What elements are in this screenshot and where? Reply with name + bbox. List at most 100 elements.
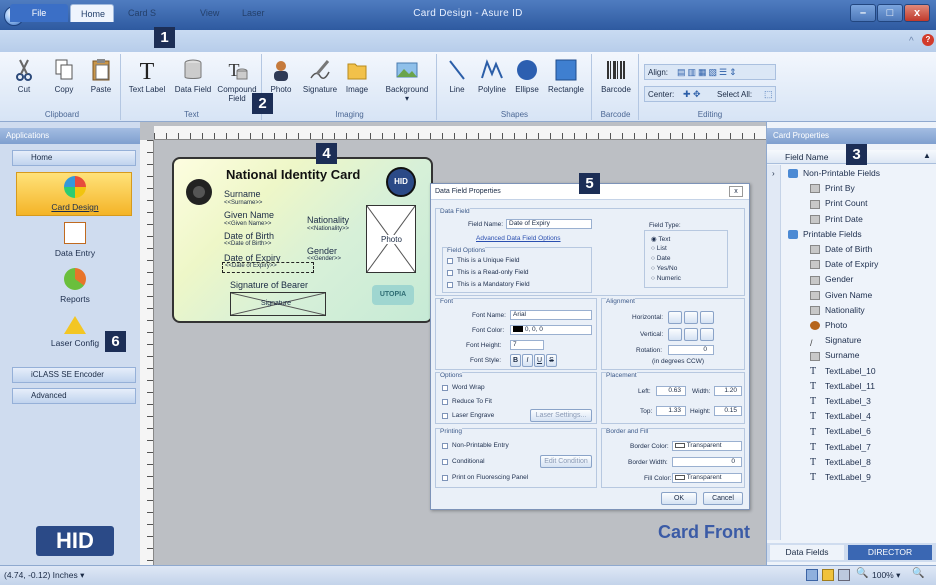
close-button[interactable]: x <box>904 4 930 22</box>
edit-condition-button[interactable]: Edit Condition <box>540 455 592 468</box>
tree-item-p-4[interactable]: Nationality <box>810 303 865 318</box>
valign-top-button[interactable] <box>668 328 682 341</box>
align-right-button[interactable] <box>700 311 714 324</box>
image-button[interactable]: Image <box>341 58 373 94</box>
tree-item-p-14[interactable]: T TextLabel_8 <box>810 455 871 470</box>
line-button[interactable]: Line <box>442 58 472 94</box>
laser-engrave-checkbox[interactable] <box>442 413 448 419</box>
tree-item-p-10[interactable]: T TextLabel_3 <box>810 394 871 409</box>
cut-button[interactable]: Cut <box>10 58 38 94</box>
align-icons[interactable]: ▤▥▦▧☰⇕ <box>677 67 739 78</box>
rectangle-button[interactable]: Rectangle <box>544 58 588 94</box>
card-photo-box[interactable]: Photo <box>366 205 416 273</box>
nav-home[interactable]: Home <box>12 150 136 166</box>
signature-button[interactable]: Signature <box>299 58 341 94</box>
valign-bottom-button[interactable] <box>700 328 714 341</box>
help-icon[interactable]: ? <box>922 34 934 46</box>
top-input[interactable]: 1.33 <box>656 406 686 416</box>
tree-item-np-1[interactable]: Print Count <box>810 196 868 211</box>
ok-button[interactable]: OK <box>661 492 697 505</box>
bold-button[interactable]: B <box>510 354 521 367</box>
readonly-field-checkbox[interactable] <box>447 270 453 276</box>
border-color-select[interactable]: Transparent <box>672 441 742 451</box>
tree-item-np-2[interactable]: Print Date <box>810 212 863 227</box>
card-signature-box[interactable]: Signature <box>230 292 326 316</box>
tab-home[interactable]: Home <box>70 4 114 22</box>
type-date-radio[interactable]: ○ Date <box>651 255 670 262</box>
tree-group-printable[interactable]: Printable Fields <box>788 227 862 242</box>
ellipse-button[interactable]: Ellipse <box>512 58 542 94</box>
tree-item-p-9[interactable]: T TextLabel_11 <box>810 379 875 394</box>
tab-view[interactable]: View <box>190 4 229 22</box>
paste-button[interactable]: Paste <box>86 58 116 94</box>
tab-file[interactable]: File <box>10 4 68 22</box>
tree-item-p-2[interactable]: Gender <box>810 272 853 287</box>
width-input[interactable]: 1.20 <box>714 386 742 396</box>
dialog-close-button[interactable]: x <box>729 186 743 197</box>
zoom-in-icon[interactable]: 🔍 <box>912 568 924 579</box>
strikethrough-button[interactable]: S <box>546 354 557 367</box>
tab-laser[interactable]: Laser <box>232 4 275 22</box>
unique-field-checkbox[interactable] <box>447 258 453 264</box>
tree-item-p-15[interactable]: T TextLabel_9 <box>810 470 871 485</box>
advanced-options-link[interactable]: Advanced Data Field Options <box>476 235 561 242</box>
left-input[interactable]: 0.63 <box>656 386 686 396</box>
copy-button[interactable]: Copy <box>50 58 78 94</box>
word-wrap-checkbox[interactable] <box>442 385 448 391</box>
field-name-input[interactable]: Date of Expiry <box>506 219 592 229</box>
conditional-checkbox[interactable] <box>442 459 448 465</box>
polyline-button[interactable]: Polyline <box>474 58 510 94</box>
view-mode-icon[interactable] <box>806 569 818 581</box>
valign-middle-button[interactable] <box>684 328 698 341</box>
photo-button[interactable]: Photo <box>265 58 297 94</box>
tree-item-p-5[interactable]: Photo <box>810 318 847 333</box>
tree-item-p-6[interactable]: / Signature <box>810 333 861 348</box>
type-list-radio[interactable]: ○ List <box>651 245 667 252</box>
nav-reports[interactable]: Reports <box>18 268 132 304</box>
align-left-button[interactable] <box>668 311 682 324</box>
underline-button[interactable]: U <box>534 354 545 367</box>
font-name-select[interactable]: Arial <box>510 310 592 320</box>
tab-data-fields[interactable]: Data Fields <box>770 545 844 560</box>
nav-iclass-encoder[interactable]: iCLASS SE Encoder <box>12 367 136 383</box>
select-all-icon[interactable]: ⬚ <box>764 89 773 100</box>
print-preview-icon[interactable] <box>822 569 834 581</box>
tree-item-p-7[interactable]: Surname <box>810 348 860 363</box>
minimize-ribbon-icon[interactable]: ^ <box>909 36 914 47</box>
background-dropdown-icon[interactable]: ▾ <box>405 94 409 103</box>
data-field-button[interactable]: Data Field <box>170 58 216 94</box>
minimize-button[interactable]: – <box>850 4 876 22</box>
zoom-out-icon[interactable]: 🔍 <box>856 568 868 579</box>
tree-item-p-13[interactable]: T TextLabel_7 <box>810 440 871 455</box>
nav-card-design[interactable]: Card Design <box>18 176 132 212</box>
fluorescing-panel-checkbox[interactable] <box>442 475 448 481</box>
height-input[interactable]: 0.15 <box>714 406 742 416</box>
type-numeric-radio[interactable]: ○ Numeric <box>651 275 681 282</box>
rotation-input[interactable]: 0 <box>668 345 714 355</box>
tree-item-p-12[interactable]: T TextLabel_6 <box>810 424 871 439</box>
barcode-button[interactable]: Barcode <box>596 58 636 94</box>
grid-icon[interactable] <box>838 569 850 581</box>
tree-item-p-8[interactable]: T TextLabel_10 <box>810 364 876 379</box>
card-expiry-field-selected[interactable]: <<Date of Expiry>> <box>222 262 314 273</box>
type-text-radio[interactable]: ◉ Text <box>651 235 670 243</box>
nav-data-entry[interactable]: Data Entry <box>18 222 132 258</box>
border-width-input[interactable]: 0 <box>672 457 742 467</box>
font-color-select[interactable]: 0, 0, 0 <box>510 325 592 335</box>
tree-item-p-0[interactable]: Date of Birth <box>810 242 872 257</box>
text-label-button[interactable]: T Text Label <box>124 58 170 94</box>
tree-group-non-printable[interactable]: Non-Printable Fields <box>788 166 880 181</box>
italic-button[interactable]: I <box>522 354 533 367</box>
reduce-to-fit-checkbox[interactable] <box>442 399 448 405</box>
fill-color-select[interactable]: Transparent <box>672 473 742 483</box>
laser-settings-button[interactable]: Laser Settings... <box>530 409 592 422</box>
tree-item-p-1[interactable]: Date of Expiry <box>810 257 878 272</box>
tree-item-np-0[interactable]: Print By <box>810 181 855 196</box>
mandatory-field-checkbox[interactable] <box>447 282 453 288</box>
align-center-button[interactable] <box>684 311 698 324</box>
zoom-level[interactable]: 100% ▾ <box>872 570 900 581</box>
nav-advanced[interactable]: Advanced <box>12 388 136 404</box>
id-card-design[interactable]: National Identity Card HID Surname <<Sur… <box>172 157 433 323</box>
tree-item-p-3[interactable]: Given Name <box>810 288 872 303</box>
type-yesno-radio[interactable]: ○ Yes/No <box>651 265 677 272</box>
